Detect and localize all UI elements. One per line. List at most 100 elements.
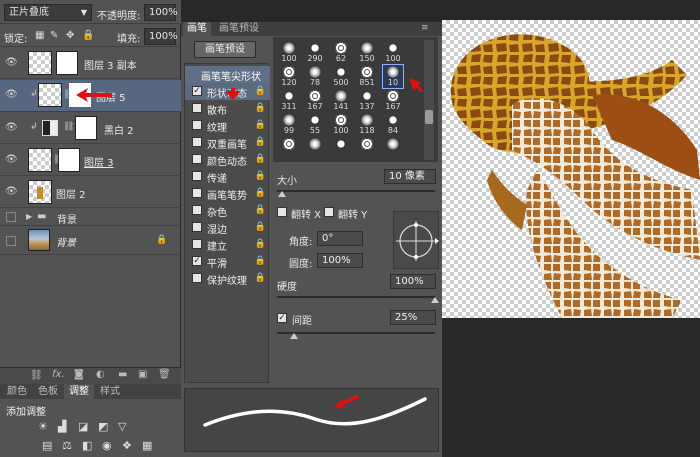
exposure-icon[interactable]: ◩ <box>98 420 108 433</box>
layer-row[interactable]: 👁 ⛓ 图层 3 <box>0 145 181 176</box>
checkbox[interactable] <box>192 171 202 181</box>
brush-tip-cell[interactable] <box>331 137 351 160</box>
option-texture[interactable]: 纹理 🔒 <box>185 117 270 134</box>
vibrance-icon[interactable]: ▽ <box>118 420 126 433</box>
checkbox[interactable] <box>192 103 202 113</box>
brush-tip-cell[interactable]: 167 <box>305 89 325 112</box>
tab-color[interactable]: 颜色 <box>2 384 32 399</box>
brush-presets-button[interactable]: 画笔预设 <box>194 41 256 58</box>
brush-tip-cell[interactable]: 100 <box>383 41 403 64</box>
layer-row[interactable]: 👁 图层 2 <box>0 177 181 208</box>
layer-row[interactable]: 👁 图层 3 副本 <box>0 48 181 79</box>
size-input[interactable]: 10 像素 <box>384 169 436 184</box>
lock-icon[interactable]: 🔒 <box>255 222 266 232</box>
tab-swatches[interactable]: 色板 <box>33 384 63 399</box>
roundness-input[interactable]: 100% <box>317 253 363 268</box>
bw-icon[interactable]: ◧ <box>82 439 92 452</box>
tab-brush[interactable]: 画笔 <box>183 22 211 36</box>
size-slider-knob[interactable] <box>278 191 286 197</box>
eye-icon[interactable]: 👁 <box>5 186 18 198</box>
tab-brush-presets[interactable]: 画笔预设 <box>215 22 263 36</box>
option-smoothing[interactable]: ✓ 平滑 🔒 <box>185 253 270 270</box>
fx-icon[interactable]: fx. <box>52 369 65 380</box>
hardness-slider-knob[interactable] <box>431 297 439 303</box>
eye-icon[interactable]: 👁 <box>5 89 18 101</box>
option-color-dynamics[interactable]: 颜色动态 🔒 <box>185 151 270 168</box>
brush-tip-cell[interactable]: 78 <box>305 65 325 88</box>
panel-menu-icon[interactable]: ≡ <box>421 23 429 33</box>
lock-icon[interactable]: 🔒 <box>255 188 266 198</box>
checkbox[interactable] <box>192 205 202 215</box>
spacing-checkbox[interactable]: ✓ <box>277 313 287 323</box>
lock-pixels-icon[interactable]: ▦ <box>35 30 44 41</box>
layer-row[interactable]: 背景 🔒 <box>0 227 181 255</box>
brush-tip-cell[interactable]: 137 <box>357 89 377 112</box>
brush-tip-cell[interactable] <box>357 137 377 160</box>
spacing-slider[interactable] <box>277 332 435 334</box>
curves-icon[interactable]: ◪ <box>78 420 88 433</box>
option-noise[interactable]: 杂色 🔒 <box>185 202 270 219</box>
lock-all-icon[interactable]: 🔒 <box>82 30 94 41</box>
lock-icon[interactable]: 🔒 <box>255 103 266 113</box>
eye-icon[interactable]: 👁 <box>5 122 18 134</box>
brush-tip-cell[interactable]: 311 <box>279 89 299 112</box>
hardness-slider[interactable] <box>277 296 435 298</box>
option-build-up[interactable]: 建立 🔒 <box>185 236 270 253</box>
lock-icon[interactable]: 🔒 <box>255 154 266 164</box>
brush-tip-cell[interactable]: 84 <box>383 113 403 136</box>
brush-tip-cell[interactable]: 851 <box>357 65 377 88</box>
checkbox-checked[interactable]: ✓ <box>192 86 202 96</box>
tab-styles[interactable]: 样式 <box>95 384 125 399</box>
layer-row-selected[interactable]: 👁 ↲ ⛓ 图层 5 <box>0 80 181 112</box>
photo-filter-icon[interactable]: ◉ <box>102 439 112 452</box>
option-brush-pose[interactable]: 画笔笔势 🔒 <box>185 185 270 202</box>
lock-icon[interactable]: 🔒 <box>255 120 266 130</box>
checkbox[interactable] <box>192 239 202 249</box>
brush-tip-cell[interactable]: 290 <box>305 41 325 64</box>
checkbox[interactable] <box>192 137 202 147</box>
lock-icon[interactable]: 🔒 <box>255 171 266 181</box>
link-icon[interactable]: ⛓ <box>63 122 74 132</box>
hardness-input[interactable]: 100% <box>390 274 436 289</box>
lock-icon[interactable]: 🔒 <box>255 205 266 215</box>
option-scattering[interactable]: 散布 🔒 <box>185 100 270 117</box>
option-dual-brush[interactable]: 双重画笔 🔒 <box>185 134 270 151</box>
trash-icon[interactable]: 🗑 <box>158 369 171 380</box>
blend-mode-dropdown[interactable]: 正片叠底 ▼ <box>4 4 92 21</box>
checkbox[interactable] <box>192 154 202 164</box>
checkbox-checked[interactable]: ✓ <box>192 256 202 266</box>
lock-icon[interactable]: 🔒 <box>255 256 266 266</box>
layer-mask-thumbnail[interactable] <box>75 116 97 140</box>
visibility-toggle[interactable] <box>6 212 16 222</box>
tab-adjustments[interactable]: 调整 <box>64 384 94 399</box>
color-balance-icon[interactable]: ⚖ <box>62 439 72 452</box>
checkbox[interactable] <box>192 222 202 232</box>
visibility-toggle[interactable] <box>6 236 16 246</box>
fill-input[interactable]: 100% <box>144 28 178 45</box>
brush-tip-cell[interactable]: 99 <box>279 113 299 136</box>
brush-tip-cell[interactable]: 62 <box>331 41 351 64</box>
color-lookup-icon[interactable]: ▦ <box>142 439 152 452</box>
new-group-icon[interactable]: ▬ <box>118 369 127 380</box>
brush-tip-cell[interactable]: 118 <box>357 113 377 136</box>
adjustment-layer-icon[interactable]: ◐ <box>96 369 105 380</box>
brush-tip-cell[interactable]: 55 <box>305 113 325 136</box>
eye-icon[interactable]: 👁 <box>5 154 18 166</box>
eye-icon[interactable]: 👁 <box>5 57 18 69</box>
scrollbar-thumb[interactable] <box>425 110 433 124</box>
size-slider[interactable] <box>277 190 435 192</box>
lock-icon[interactable]: 🔒 <box>255 86 266 96</box>
brightness-icon[interactable]: ☀ <box>38 420 48 433</box>
add-mask-icon[interactable]: ◙ <box>74 369 84 380</box>
brush-tip-cell[interactable]: 100 <box>331 113 351 136</box>
option-protect-texture[interactable]: 保护纹理 🔒 <box>185 270 270 287</box>
opacity-input[interactable]: 100% <box>144 4 178 21</box>
brush-tip-cell[interactable] <box>383 137 403 160</box>
spacing-slider-knob[interactable] <box>290 333 298 339</box>
lock-icon[interactable]: 🔒 <box>255 239 266 249</box>
channel-mixer-icon[interactable]: ❖ <box>122 439 132 452</box>
brush-tip-cell[interactable]: 141 <box>331 89 351 112</box>
option-brush-tip-shape[interactable]: 画笔笔尖形状 <box>185 66 270 83</box>
brush-tip-cell[interactable]: 100 <box>279 41 299 64</box>
checkbox[interactable] <box>192 188 202 198</box>
